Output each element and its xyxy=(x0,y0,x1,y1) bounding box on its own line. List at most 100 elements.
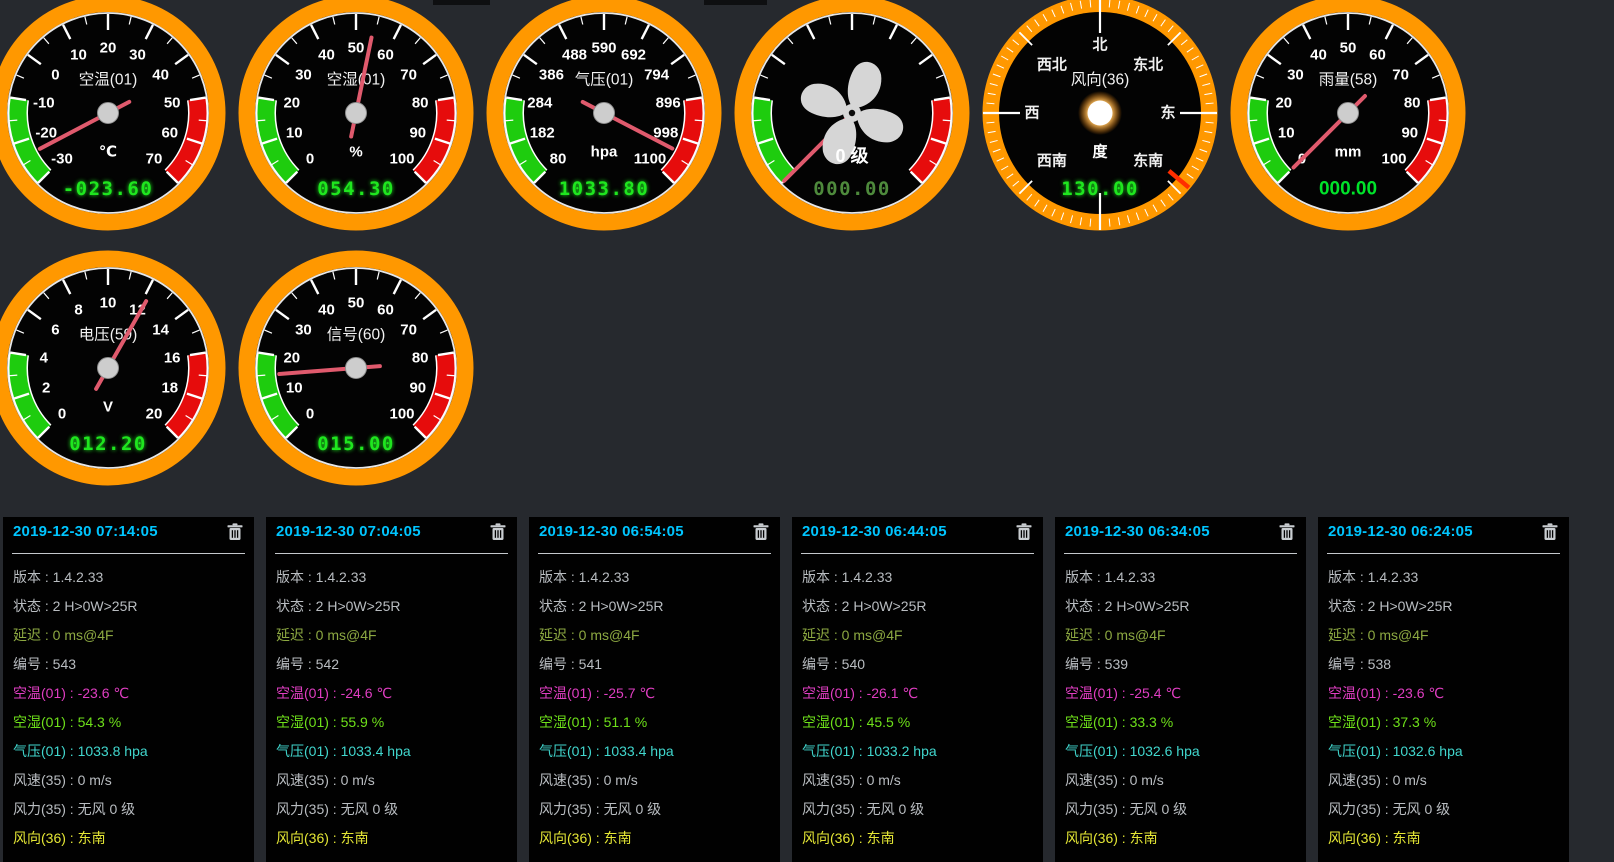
record-row-value: 2 H>0W>25R xyxy=(842,598,927,614)
record-row-label: 延迟 xyxy=(276,627,316,643)
record-row: 风力(35)无风 0 级 xyxy=(539,799,770,819)
record-row-value: -25.7 ℃ xyxy=(604,685,656,701)
compass-tick xyxy=(1109,0,1110,7)
gauge-title: 雨量(58) xyxy=(1319,72,1378,89)
compass-direction-label: 西南 xyxy=(1037,152,1067,170)
top-edge-artifact xyxy=(433,0,490,5)
record-rows: 版本1.4.2.33状态2 H>0W>25R延迟0 ms@4F编号541空温(0… xyxy=(529,554,780,848)
gauge-fan: 0 级000.00 xyxy=(734,0,970,231)
delete-record-button[interactable] xyxy=(1278,523,1296,543)
record-row: 气压(01)1032.6 hpa xyxy=(1328,741,1559,761)
gauge-tick-label: -10 xyxy=(33,94,55,111)
record-row: 版本1.4.2.33 xyxy=(13,567,244,587)
gauge-unit: hpa xyxy=(591,144,618,161)
record-timestamp: 2019-12-30 06:34:05 xyxy=(1065,523,1210,540)
gauge-value-display: 000.00 xyxy=(1319,179,1377,200)
gauge-hub xyxy=(98,358,119,379)
gauge-tick-label: 60 xyxy=(1369,47,1386,64)
record-row: 延迟0 ms@4F xyxy=(1065,625,1296,645)
record-row: 风向(36)东南 xyxy=(276,828,507,848)
gauge-气压(01): 801822843864885906927948969981100气压(01)h… xyxy=(486,0,722,231)
gauge-tick-label: 80 xyxy=(1404,94,1421,111)
compass-direction-label: 北 xyxy=(1092,37,1107,54)
record-row: 延迟0 ms@4F xyxy=(1328,625,1559,645)
record-row-value: 33.3 % xyxy=(1130,714,1174,730)
record-row-label: 空温(01) xyxy=(539,685,604,701)
gauge-unit: mm xyxy=(1335,144,1362,161)
gauge-minor-tick xyxy=(1249,120,1257,121)
record-row-value: -25.4 ℃ xyxy=(1130,685,1182,701)
gauge-value-display: 012.20 xyxy=(69,433,147,455)
record-row-label: 编号 xyxy=(276,656,316,672)
record-row: 版本1.4.2.33 xyxy=(276,567,507,587)
gauge-unit: ℃ xyxy=(99,144,117,161)
record-card: 2019-12-30 07:14:05版本1.4.2.33状态2 H>0W>25… xyxy=(3,517,254,862)
record-row-label: 状态 xyxy=(13,598,53,614)
record-row: 风速(35)0 m/s xyxy=(1328,770,1559,790)
gauge-title: 风向(36) xyxy=(1071,71,1130,89)
gauge-tick-label: 20 xyxy=(283,349,300,366)
gauge-tick-label: 70 xyxy=(1392,66,1409,83)
gauge-tick-label: 10 xyxy=(100,295,117,312)
record-row-label: 版本 xyxy=(276,569,316,585)
record-row: 编号539 xyxy=(1065,654,1296,674)
record-row-label: 气压(01) xyxy=(13,743,78,759)
record-row-value: 无风 0 级 xyxy=(867,801,925,817)
record-row-label: 风向(36) xyxy=(1328,830,1393,846)
record-card-header: 2019-12-30 06:54:05 xyxy=(529,517,780,547)
record-row-label: 版本 xyxy=(1065,569,1105,585)
gauge-tick-label: 20 xyxy=(283,94,300,111)
gauge-tick-label: 20 xyxy=(146,406,163,423)
record-row-label: 风速(35) xyxy=(276,772,341,788)
gauge-minor-tick xyxy=(753,120,761,121)
record-row-label: 风力(35) xyxy=(802,801,867,817)
record-row-label: 状态 xyxy=(802,598,842,614)
gauge-value-display: 054.30 xyxy=(317,178,395,200)
record-row-label: 风力(35) xyxy=(1065,801,1130,817)
record-row: 状态2 H>0W>25R xyxy=(276,596,507,616)
record-row-label: 版本 xyxy=(802,569,842,585)
record-row-value: 0 m/s xyxy=(78,772,112,788)
gauge-tick-label: 2 xyxy=(42,380,50,397)
record-card: 2019-12-30 07:04:05版本1.4.2.33状态2 H>0W>25… xyxy=(266,517,517,862)
record-row-label: 延迟 xyxy=(13,627,53,643)
record-row-value: 1.4.2.33 xyxy=(842,569,893,585)
gauge-minor-tick xyxy=(257,375,265,376)
record-row-value: 55.9 % xyxy=(341,714,385,730)
record-row-value: 0 m/s xyxy=(1130,772,1164,788)
record-row: 版本1.4.2.33 xyxy=(1328,567,1559,587)
gauge-tick-label: 896 xyxy=(656,94,681,111)
record-row-value: 1.4.2.33 xyxy=(53,569,104,585)
delete-record-button[interactable] xyxy=(1541,523,1559,543)
record-row-label: 空温(01) xyxy=(13,685,78,701)
record-row-value: 0 m/s xyxy=(341,772,375,788)
compass-tick xyxy=(986,103,994,104)
record-card-header: 2019-12-30 06:44:05 xyxy=(792,517,1043,547)
gauge-tick-label: 10 xyxy=(70,47,87,64)
gauge-tick-label: 40 xyxy=(1310,47,1327,64)
delete-record-button[interactable] xyxy=(489,523,507,543)
record-row-label: 延迟 xyxy=(1328,627,1368,643)
gauge-电压(59): 02468101214161820电压(59)V012.20 xyxy=(0,250,226,486)
gauge-tick-label: 20 xyxy=(100,40,117,57)
gauge-title: 空温(01) xyxy=(79,71,138,89)
record-row-label: 编号 xyxy=(1065,656,1105,672)
gauge-tick-label: 0 xyxy=(306,151,314,168)
record-card: 2019-12-30 06:34:05版本1.4.2.33状态2 H>0W>25… xyxy=(1055,517,1306,862)
record-row-value: 1.4.2.33 xyxy=(316,569,367,585)
trash-icon xyxy=(490,523,506,541)
delete-record-button[interactable] xyxy=(1015,523,1033,543)
gauge-tick-label: 488 xyxy=(562,47,587,64)
record-row-label: 空温(01) xyxy=(1065,685,1130,701)
record-row: 风速(35)0 m/s xyxy=(276,770,507,790)
record-row: 延迟0 ms@4F xyxy=(539,625,770,645)
weather-dashboard: { "theme": { "page_bg": "#26292e", "gaug… xyxy=(0,0,1614,847)
compass-direction-label: 东南 xyxy=(1133,152,1163,170)
gauge-tick-label: 30 xyxy=(129,47,146,64)
record-row-label: 空湿(01) xyxy=(276,714,341,730)
compass-orb xyxy=(1088,101,1113,126)
gauge-value-display: -023.60 xyxy=(63,178,154,200)
delete-record-button[interactable] xyxy=(226,523,244,543)
gauge-minor-tick xyxy=(9,375,17,376)
delete-record-button[interactable] xyxy=(752,523,770,543)
